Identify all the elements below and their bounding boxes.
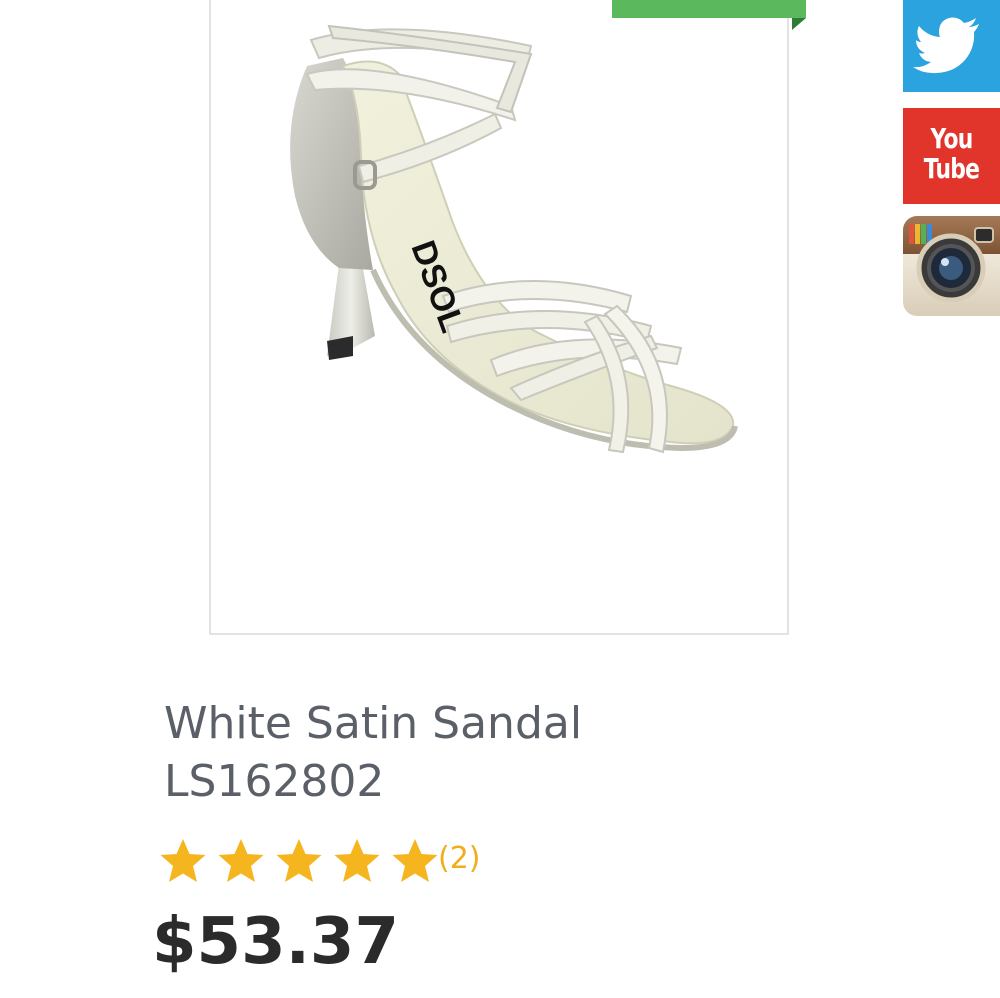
- product-image-frame[interactable]: DSOL: [209, 0, 789, 635]
- youtube-logo: You Tube: [914, 124, 990, 184]
- twitter-bird-icon: [913, 17, 979, 74]
- product-name: White Satin Sandal: [164, 698, 583, 749]
- twitter-button[interactable]: [903, 0, 1000, 92]
- youtube-label-tube: Tube: [923, 152, 980, 185]
- promo-ribbon: [612, 0, 806, 18]
- youtube-button[interactable]: You Tube: [903, 108, 1000, 204]
- youtube-label-you: You: [930, 122, 973, 155]
- product-rating[interactable]: (2): [158, 835, 481, 887]
- star-icon: [160, 839, 206, 882]
- sandal-product-image: DSOL: [290, 24, 738, 454]
- star-icon: [334, 839, 380, 882]
- star-icon: [276, 839, 322, 882]
- promo-ribbon-fold: [792, 18, 806, 30]
- social-links-bar: You Tube: [903, 0, 1000, 328]
- product-price: $53.37: [152, 905, 399, 979]
- star-icon: [392, 839, 438, 882]
- star-icon: [218, 839, 264, 882]
- product-page: DSOL You Tube White Satin Sandal LS16280…: [0, 0, 1000, 998]
- product-sku: LS162802: [164, 756, 385, 807]
- instagram-button[interactable]: [903, 216, 1000, 316]
- instagram-camera-icon: [909, 224, 994, 303]
- product-title: White Satin Sandal LS162802: [164, 695, 884, 811]
- review-count-link[interactable]: (2): [438, 841, 481, 876]
